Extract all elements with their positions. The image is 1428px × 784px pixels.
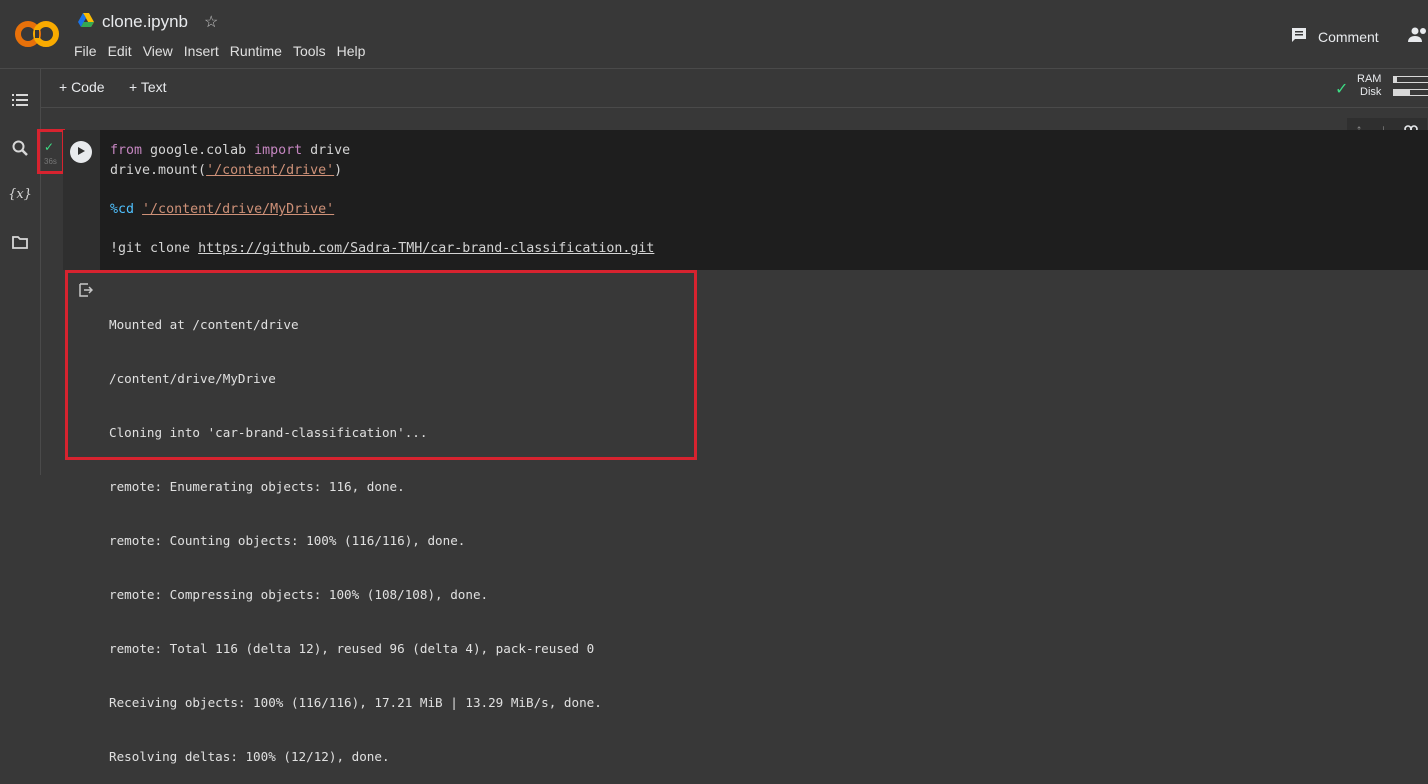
- git-url-link[interactable]: https://github.com/Sadra-TMH/car-brand-c…: [198, 241, 654, 256]
- comment-button[interactable]: Comment: [1290, 26, 1379, 47]
- output-line: remote: Compressing objects: 100% (108/1…: [109, 587, 489, 602]
- code-line-2: drive.mount('/content/drive'): [110, 163, 343, 178]
- execution-time: 36s: [44, 157, 57, 166]
- menu-tools[interactable]: Tools: [293, 43, 326, 59]
- output-line: /content/drive/MyDrive: [109, 371, 276, 386]
- header: clone.ipynb ☆ File Edit View Insert Runt…: [0, 0, 1428, 69]
- play-icon: [76, 143, 86, 161]
- menu-help[interactable]: Help: [337, 43, 366, 59]
- output-actions-icon[interactable]: [77, 282, 94, 303]
- ram-bar: [1393, 76, 1428, 83]
- table-of-contents-icon[interactable]: [11, 91, 29, 109]
- add-code-button[interactable]: + Code: [59, 79, 105, 95]
- add-text-button[interactable]: + Text: [129, 79, 167, 95]
- menu-view[interactable]: View: [143, 43, 173, 59]
- left-sidebar: {x}: [0, 69, 41, 475]
- cell-output: Mounted at /content/drive /content/drive…: [109, 280, 602, 784]
- menu-insert[interactable]: Insert: [184, 43, 219, 59]
- star-icon[interactable]: ☆: [204, 12, 218, 32]
- menu-file[interactable]: File: [74, 43, 97, 59]
- search-icon[interactable]: [11, 139, 29, 157]
- folder-icon[interactable]: [11, 233, 29, 251]
- execution-success-icon: ✓: [44, 140, 55, 154]
- ram-label: RAM: [1357, 73, 1382, 85]
- output-line: remote: Enumerating objects: 116, done.: [109, 479, 405, 494]
- notebook-title[interactable]: clone.ipynb: [102, 12, 188, 32]
- output-line: Cloning into 'car-brand-classification'.…: [109, 425, 428, 440]
- colab-logo[interactable]: [14, 18, 60, 50]
- comment-icon: [1290, 26, 1308, 47]
- title-row: clone.ipynb ☆: [78, 12, 218, 32]
- share-people-icon[interactable]: [1408, 26, 1428, 49]
- comment-label: Comment: [1318, 28, 1379, 45]
- output-line: remote: Counting objects: 100% (116/116)…: [109, 533, 466, 548]
- notebook-toolbar: + Code + Text ✓ RAM Disk ▼: [41, 69, 1428, 108]
- connected-check-icon: ✓: [1335, 81, 1349, 98]
- menu-edit[interactable]: Edit: [108, 43, 132, 59]
- variables-icon[interactable]: {x}: [8, 185, 32, 203]
- output-line: Receiving objects: 100% (116/116), 17.21…: [109, 695, 602, 710]
- disk-bar: [1393, 89, 1428, 96]
- run-cell-button[interactable]: [70, 141, 92, 163]
- output-line: Resolving deltas: 100% (12/12), done.: [109, 749, 390, 764]
- output-line: remote: Total 116 (delta 12), reused 96 …: [109, 641, 595, 656]
- disk-label: Disk: [1360, 86, 1382, 98]
- code-line-4: !git clone https://github.com/Sadra-TMH/…: [110, 241, 655, 256]
- resource-indicator[interactable]: ✓ RAM Disk ▼: [1335, 73, 1428, 103]
- menu-bar: File Edit View Insert Runtime Tools Help: [74, 43, 365, 59]
- code-editor[interactable]: from google.colab import drive drive.mou…: [100, 130, 1428, 270]
- code-line-3: %cd '/content/drive/MyDrive': [110, 202, 335, 217]
- code-line-1: from google.colab import drive: [110, 143, 351, 158]
- menu-runtime[interactable]: Runtime: [230, 43, 282, 59]
- output-line: Mounted at /content/drive: [109, 317, 299, 332]
- google-drive-icon[interactable]: [78, 12, 94, 32]
